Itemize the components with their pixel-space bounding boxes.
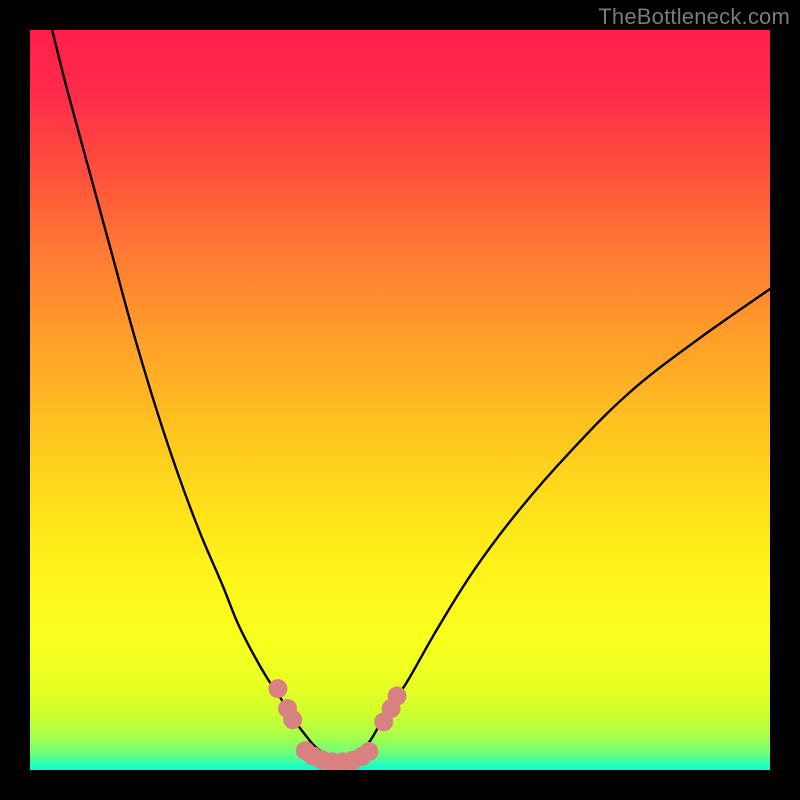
marker-point (359, 742, 378, 761)
plot-area (30, 30, 770, 770)
marker-point (283, 710, 302, 729)
marker-point (388, 687, 407, 706)
series-left-curve (52, 30, 326, 755)
watermark-text: TheBottleneck.com (598, 4, 790, 30)
marker-point (268, 679, 287, 698)
curves-layer (30, 30, 770, 770)
series-right-curve (356, 289, 770, 755)
outer-frame: TheBottleneck.com (0, 0, 800, 800)
